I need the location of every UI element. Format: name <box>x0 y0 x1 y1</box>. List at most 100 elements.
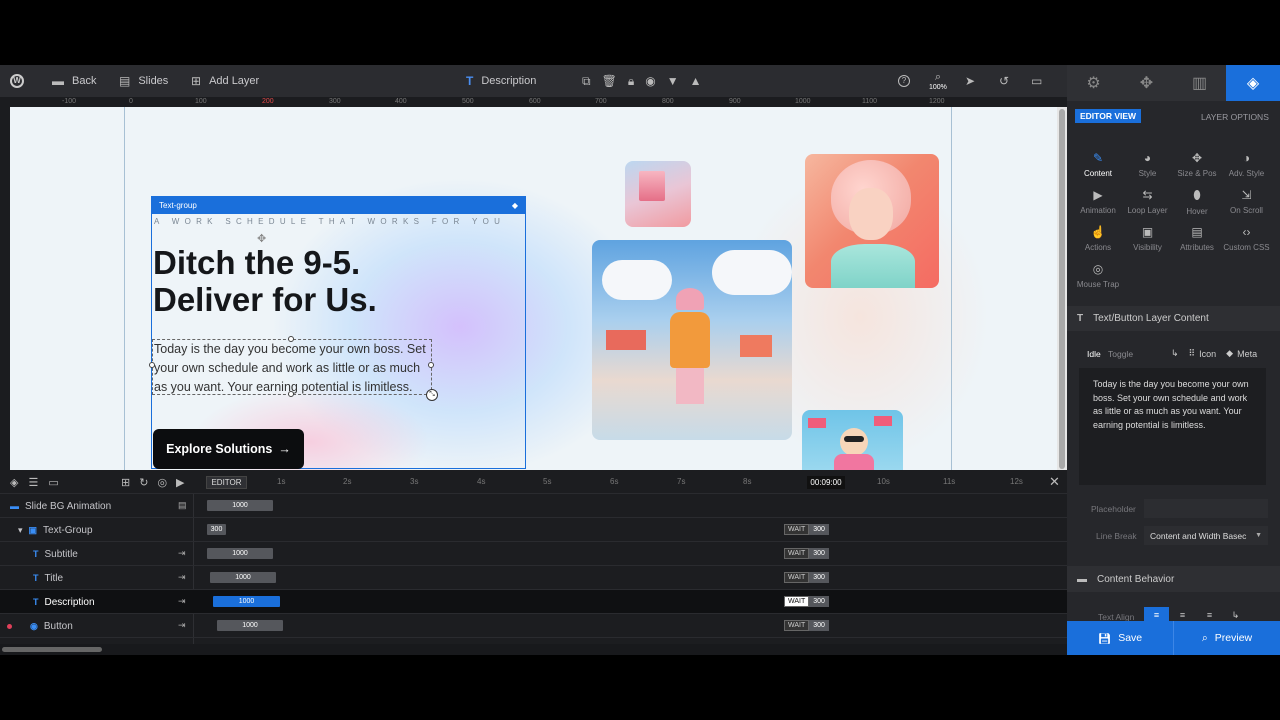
rotate-handle-icon[interactable]: ⤡ <box>426 389 438 401</box>
image-icon[interactable]: ▤ <box>178 500 187 511</box>
icon-button[interactable]: ⠿ Icon <box>1189 348 1217 359</box>
layer-option-hover[interactable]: ⬮ Hover <box>1172 188 1222 216</box>
back-button[interactable]: ▬ Back <box>52 65 96 97</box>
delete-icon[interactable]: 🗑︎ <box>602 74 617 88</box>
grid-icon[interactable]: ⊞ <box>121 476 130 489</box>
folder-icon[interactable]: ▭ <box>48 476 58 489</box>
description-layer[interactable]: Today is the day you become your own bos… <box>149 336 438 401</box>
image-woman-clouds[interactable] <box>592 240 792 440</box>
slides-button[interactable]: ▤ Slides <box>119 65 168 97</box>
undo-button[interactable]: ↺ <box>999 65 1009 97</box>
visibility-icon[interactable]: ◉ <box>645 74 655 88</box>
animation-bar[interactable]: 1000 <box>210 572 276 583</box>
wait-block[interactable]: WAIT 300 <box>784 620 829 631</box>
image-portrait-woman[interactable] <box>805 154 939 288</box>
device-button[interactable]: ▭ <box>1031 65 1042 97</box>
image-woman-sunglasses[interactable] <box>802 410 903 470</box>
save-button[interactable]: 💾︎ Save <box>1067 621 1173 655</box>
explore-solutions-button[interactable]: Explore Solutions → <box>153 429 304 469</box>
resize-handle[interactable] <box>428 362 434 368</box>
current-layer-name[interactable]: T Description <box>466 65 536 97</box>
timeline-row[interactable]: T Title ⇥ 1000 WAIT 300 <box>0 566 1067 590</box>
layers-icon[interactable]: ◈ <box>10 476 18 489</box>
timeline-hscroll[interactable] <box>0 644 1067 655</box>
layer-content-textarea[interactable]: Today is the day you become your own bos… <box>1079 368 1266 485</box>
lock-icon[interactable]: 🔒︎ <box>628 74 634 89</box>
scrollbar-thumb[interactable] <box>2 647 102 652</box>
tab-layers[interactable]: ◈ <box>1226 65 1280 101</box>
arrow-icon[interactable]: ⇥ <box>178 548 186 559</box>
layer-option-mouse-trap[interactable]: ◎ Mouse Trap <box>1073 262 1123 289</box>
current-time-marker[interactable]: 00:09:00 <box>807 476 845 489</box>
linebreak-select[interactable]: Content and Width Basec ▼ <box>1144 526 1268 545</box>
tab-general-settings[interactable]: ⚙ <box>1067 65 1120 101</box>
layer-option-loop-layer[interactable]: ⇆ Loop Layer <box>1123 188 1173 215</box>
animation-bar[interactable]: 1000 <box>207 500 273 511</box>
layer-option-adv-style[interactable]: ◑ Adv. Style <box>1222 151 1272 178</box>
wait-block[interactable]: WAIT 300 <box>784 524 829 535</box>
layer-option-content[interactable]: ✎ Content <box>1073 151 1123 178</box>
layer-option-actions[interactable]: ☝ Actions <box>1073 225 1123 252</box>
loop-icon[interactable]: ↻ <box>139 476 148 489</box>
timeline-row[interactable]: T Description ⇥ 1000 WAIT 300 <box>0 590 1067 614</box>
wait-block[interactable]: WAIT 300 <box>784 572 829 583</box>
layer-option-animation[interactable]: ▶ Animation <box>1073 188 1123 215</box>
arrow-icon[interactable]: ⇥ <box>178 620 186 631</box>
text-group-header[interactable]: Text-group ◆ <box>151 196 526 214</box>
resize-handle[interactable] <box>288 391 294 397</box>
timeline-row[interactable]: ◉ Button ⇥ 1000 WAIT 300 <box>0 614 1067 638</box>
wait-block[interactable]: WAIT 300 <box>784 548 829 559</box>
subtitle-text[interactable]: A WORK SCHEDULE THAT WORKS FOR YOU <box>154 217 505 226</box>
arrow-icon[interactable]: ⇥ <box>178 596 186 607</box>
insert-icon[interactable]: ↳ <box>1171 348 1179 359</box>
layer-option-size-pos[interactable]: ✥ Size & Pos <box>1172 151 1222 178</box>
timeline-row[interactable]: ▬ Slide BG Animation ▤ 1000 <box>0 494 1067 518</box>
pointer-button[interactable]: ➤ <box>965 65 975 97</box>
meta-button[interactable]: ◆ Meta <box>1226 348 1257 359</box>
tab-navigation[interactable]: ✥ <box>1120 65 1173 101</box>
preview-button[interactable]: ⌕ Preview <box>1173 621 1280 655</box>
tab-toggle[interactable]: Toggle <box>1108 349 1133 359</box>
duplicate-icon[interactable]: ⧉ <box>582 74 591 89</box>
caret-down-icon[interactable]: ▾ <box>18 525 23 536</box>
animation-bar[interactable]: 1000 <box>207 548 273 559</box>
section-header-content[interactable]: T Text/Button Layer Content <box>1067 306 1280 331</box>
add-layer-button[interactable]: ⊞ Add Layer <box>191 65 259 97</box>
zoom-control[interactable]: ⌕ 100% <box>929 65 947 97</box>
tab-idle[interactable]: Idle <box>1087 349 1101 359</box>
timeline-row[interactable]: ▾ ▣ Text-Group 300 WAIT 300 <box>0 518 1067 542</box>
chevron-down-icon[interactable]: ▼ <box>667 74 679 88</box>
help-button[interactable]: ? <box>898 65 910 97</box>
list-icon[interactable]: ☰ <box>28 476 38 489</box>
editor-view-badge[interactable]: EDITOR VIEW <box>1075 109 1142 123</box>
animation-bar[interactable]: 300 <box>207 524 226 535</box>
layer-option-custom-css[interactable]: ‹› Custom CSS <box>1222 225 1272 252</box>
close-icon[interactable]: ✕ <box>1049 474 1060 490</box>
gauge-icon[interactable]: ◎ <box>157 476 167 489</box>
canvas-scrollbar[interactable] <box>1057 107 1067 470</box>
resize-handle[interactable] <box>149 362 155 368</box>
text-group-layer[interactable]: Text-group ◆ A WORK SCHEDULE THAT WORKS … <box>149 196 526 469</box>
play-icon[interactable]: ▶ <box>176 476 184 489</box>
wait-block[interactable]: WAIT 300 <box>784 596 829 607</box>
timeline-row[interactable]: T Subtitle ⇥ 1000 WAIT 300 <box>0 542 1067 566</box>
chevron-up-icon[interactable]: ▲ <box>690 74 702 88</box>
image-pink-cube[interactable] <box>625 161 691 227</box>
scrollbar-thumb[interactable] <box>1059 109 1065 469</box>
placeholder-input[interactable] <box>1144 499 1268 518</box>
arrow-icon[interactable]: ⇥ <box>178 572 186 583</box>
animation-bar[interactable]: 1000 <box>217 620 283 631</box>
title-text[interactable]: Ditch the 9-5. Deliver for Us. <box>153 244 377 318</box>
animation-bar[interactable]: 1000 <box>213 596 280 607</box>
section-header-behavior[interactable]: ▬ Content Behavior <box>1067 566 1280 592</box>
tab-slide[interactable]: ▥ <box>1173 65 1226 101</box>
layer-option-on-scroll[interactable]: ⇲ On Scroll <box>1222 188 1272 215</box>
resize-handle[interactable] <box>288 336 294 342</box>
wordpress-logo[interactable]: W <box>10 65 24 97</box>
slide-bg-icon: ▬ <box>10 501 19 511</box>
layer-option-style[interactable]: ◕ Style <box>1123 151 1173 178</box>
layer-option-attributes[interactable]: ▤ Attributes <box>1172 225 1222 252</box>
tab-editor[interactable]: EDITOR <box>206 476 247 489</box>
layer-option-visibility[interactable]: ▣ Visibility <box>1123 225 1173 252</box>
slide-canvas[interactable]: Text-group ◆ A WORK SCHEDULE THAT WORKS … <box>10 107 1057 470</box>
